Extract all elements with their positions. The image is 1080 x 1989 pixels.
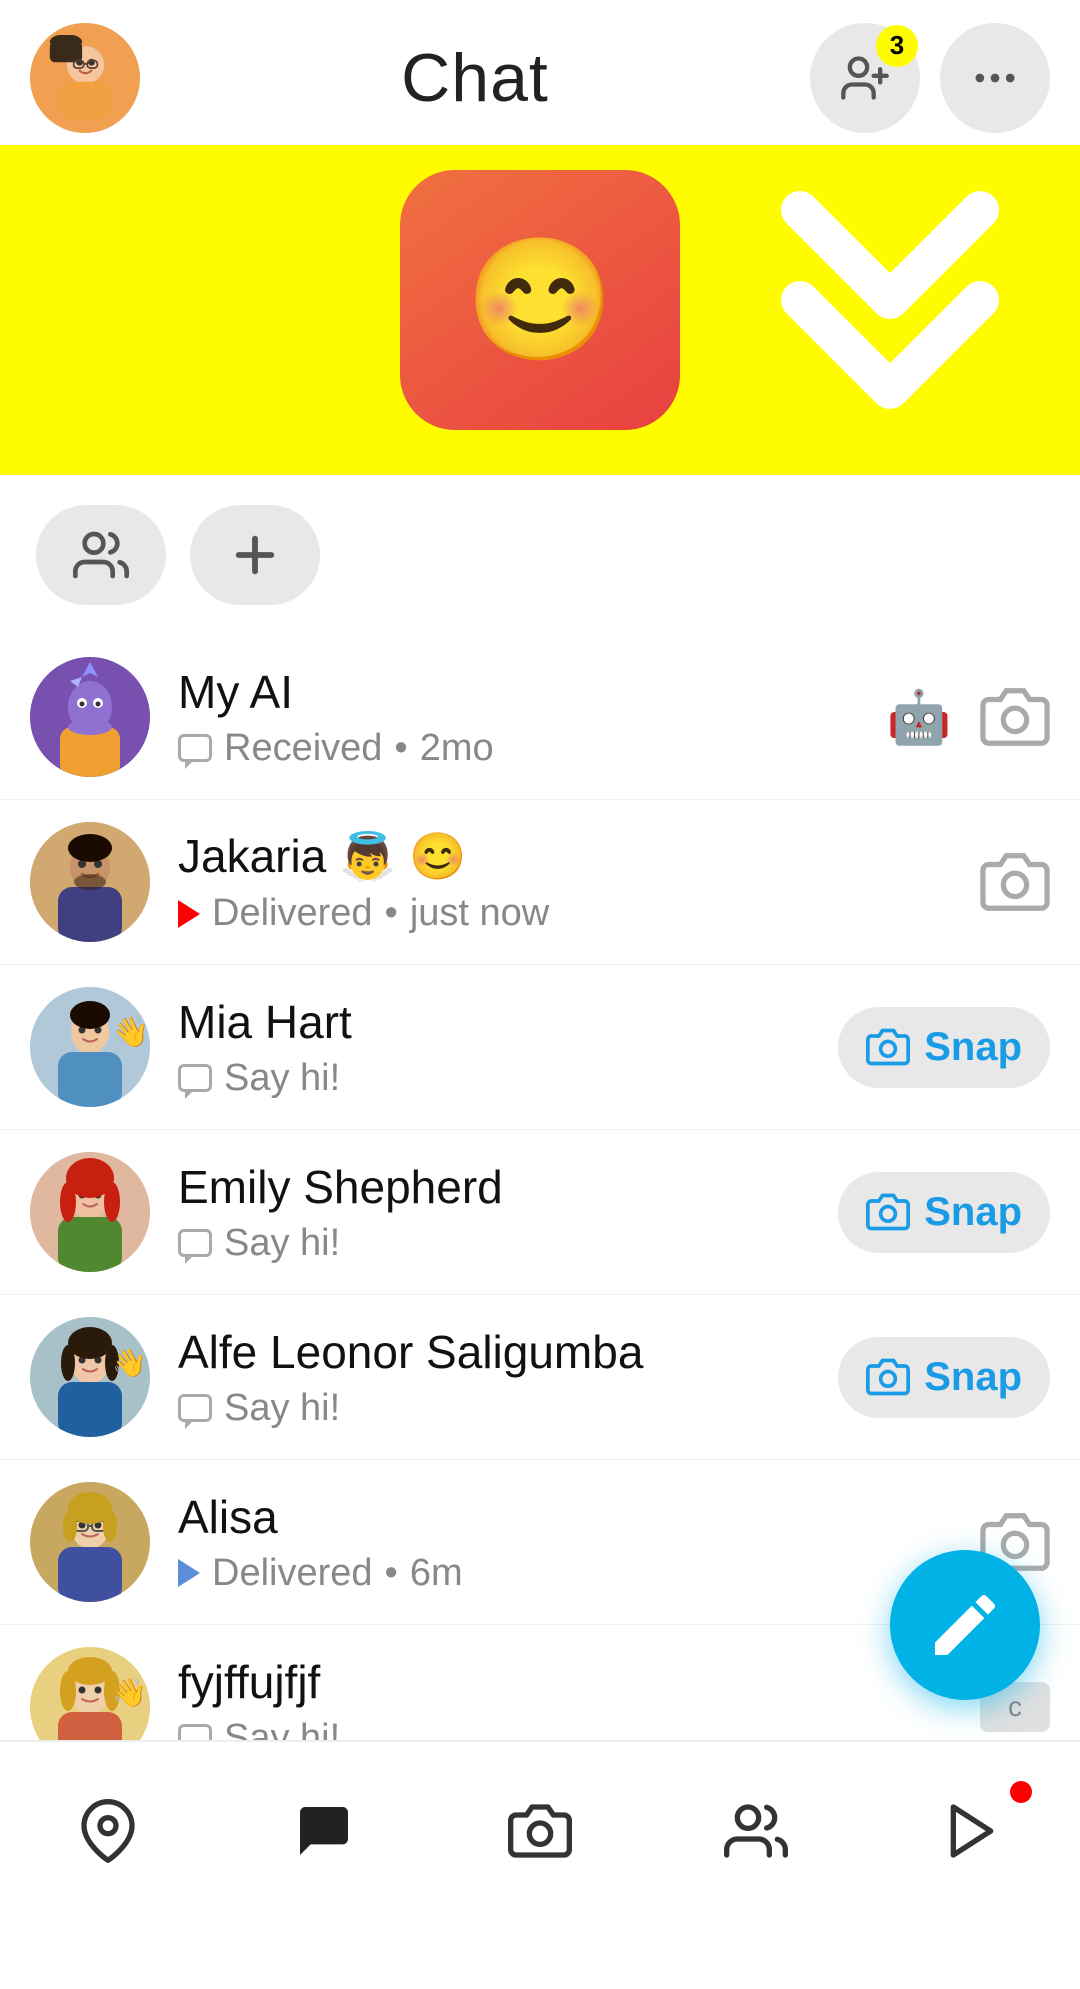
chat-info-jakaria: Jakaria 👼 😊 Delivered • just now [178, 829, 960, 935]
stories-notification-dot [1010, 1781, 1032, 1803]
status-text-my-ai: Received [224, 727, 382, 770]
avatar-jakaria [30, 822, 150, 942]
chat-info-mia-hart: Mia Hart Say hi! [178, 995, 818, 1100]
delivered-arrow-icon [178, 900, 200, 928]
chat-name-alfe: Alfe Leonor Saligumba [178, 1325, 818, 1379]
status-text-emily: Say hi! [224, 1222, 340, 1265]
chat-name-fyjffujfjf: fyjffujfjf [178, 1655, 960, 1709]
add-chat-button[interactable] [190, 505, 320, 605]
bubble-icon-mia [178, 1064, 212, 1092]
chat-name-jakaria: Jakaria 👼 😊 [178, 829, 960, 884]
robot-icon: 🤖 [884, 682, 954, 752]
header-actions: 3 [810, 23, 1050, 133]
avatar-mia-hart: 👋 [30, 987, 150, 1107]
add-friend-button[interactable]: 3 [810, 23, 920, 133]
chat-item-emily-shepherd[interactable]: Emily Shepherd Say hi! Snap [0, 1130, 1080, 1295]
bubble-icon-emily [178, 1229, 212, 1257]
status-dot: • [394, 727, 407, 770]
header: Chat 3 [0, 0, 1080, 145]
avatar-alfe-leonor: 👋 [30, 1317, 150, 1437]
ai-mascot: 😊 [400, 170, 680, 430]
chat-name-alisa: Alisa [178, 1490, 960, 1544]
chat-action-mia-hart[interactable]: Snap [838, 1007, 1050, 1088]
chat-item-mia-hart[interactable]: 👋 Mia Hart Say hi! Snap [0, 965, 1080, 1130]
status-time-jakaria: just now [410, 892, 549, 935]
nav-camera[interactable] [460, 1781, 620, 1881]
chat-status-mia-hart: Say hi! [178, 1057, 818, 1100]
chat-action-alfe[interactable]: Snap [838, 1337, 1050, 1418]
sent-arrow-icon [178, 1559, 200, 1587]
chat-action-emily[interactable]: Snap [838, 1172, 1050, 1253]
chat-name-emily: Emily Shepherd [178, 1160, 818, 1214]
snap-label-emily: Snap [924, 1190, 1022, 1235]
status-text-alfe: Say hi! [224, 1387, 340, 1430]
chat-name-my-ai: My AI [178, 665, 864, 719]
chat-info-emily-shepherd: Emily Shepherd Say hi! [178, 1160, 818, 1265]
chat-item-jakaria[interactable]: Jakaria 👼 😊 Delivered • just now [0, 800, 1080, 965]
avatar-my-ai [30, 657, 150, 777]
chat-action-jakaria [980, 847, 1050, 917]
ai-banner[interactable]: 😊 [0, 145, 1080, 475]
camera-button-my-ai[interactable] [980, 682, 1050, 752]
status-dot: • [385, 1552, 398, 1595]
status-text-alisa: Delivered [212, 1552, 373, 1595]
chat-status-alisa: Delivered • 6m [178, 1552, 960, 1595]
status-time-alisa: 6m [410, 1552, 463, 1595]
svg-text:👋: 👋 [112, 1015, 149, 1050]
chat-status-jakaria: Delivered • just now [178, 892, 960, 935]
avatar-alisa [30, 1482, 150, 1602]
chat-item-my-ai[interactable]: My AI Received • 2mo 🤖 [0, 635, 1080, 800]
new-chat-fab[interactable] [890, 1550, 1040, 1700]
chat-name-mia-hart: Mia Hart [178, 995, 818, 1049]
svg-text:👋: 👋 [112, 1347, 147, 1379]
chat-item-alfe-leonor[interactable]: 👋 Alfe Leonor Saligumba Say hi! Snap [0, 1295, 1080, 1460]
snap-label-alfe: Snap [924, 1355, 1022, 1400]
nav-friends[interactable] [676, 1781, 836, 1881]
more-options-button[interactable] [940, 23, 1050, 133]
nav-chat[interactable] [244, 1781, 404, 1881]
snap-button-alfe[interactable]: Snap [838, 1337, 1050, 1418]
chat-info-alfe: Alfe Leonor Saligumba Say hi! [178, 1325, 818, 1430]
chat-status-my-ai: Received • 2mo [178, 727, 864, 770]
snap-button-mia[interactable]: Snap [838, 1007, 1050, 1088]
bubble-icon-alfe [178, 1394, 212, 1422]
status-text-mia: Say hi! [224, 1057, 340, 1100]
user-avatar[interactable] [30, 23, 140, 133]
snap-label-mia: Snap [924, 1025, 1022, 1070]
new-group-button[interactable] [36, 505, 166, 605]
snap-button-emily[interactable]: Snap [838, 1172, 1050, 1253]
quick-actions-bar [0, 475, 1080, 635]
status-dot: • [385, 892, 398, 935]
svg-text:👋: 👋 [112, 1677, 147, 1709]
notification-badge: 3 [876, 25, 918, 67]
chat-info-alisa: Alisa Delivered • 6m [178, 1490, 960, 1595]
page-title: Chat [401, 39, 549, 117]
nav-stories[interactable] [892, 1781, 1052, 1881]
status-time-my-ai: 2mo [420, 727, 494, 770]
nav-map[interactable] [28, 1781, 188, 1881]
chat-action-my-ai: 🤖 [884, 682, 1050, 752]
chat-status-alfe: Say hi! [178, 1387, 818, 1430]
camera-button-jakaria[interactable] [980, 847, 1050, 917]
chat-info-my-ai: My AI Received • 2mo [178, 665, 864, 770]
received-icon [178, 734, 212, 762]
status-text-jakaria: Delivered [212, 892, 373, 935]
chat-status-emily: Say hi! [178, 1222, 818, 1265]
banner-chevron [780, 190, 1000, 430]
avatar-emily-shepherd [30, 1152, 150, 1272]
bottom-navigation [0, 1740, 1080, 1920]
